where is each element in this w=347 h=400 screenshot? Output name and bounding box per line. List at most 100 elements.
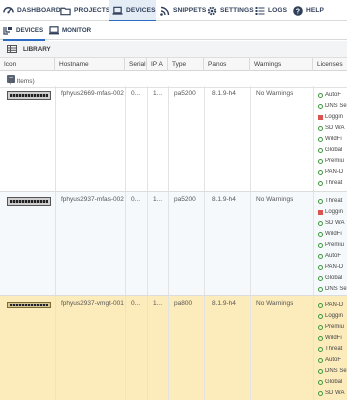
- nav-projects[interactable]: PROJECTS: [60, 0, 110, 21]
- library-header[interactable]: LIBRARY: [0, 41, 347, 58]
- license-name: AutoF: [325, 253, 342, 259]
- column-header-ip[interactable]: IP A: [147, 58, 168, 71]
- laptop-icon: [112, 5, 123, 16]
- nav-dashboard[interactable]: DASHBOARD: [3, 0, 61, 21]
- ok-status-icon: [318, 357, 323, 363]
- serial-cell: 0...: [131, 300, 141, 307]
- library-icon: [7, 45, 17, 53]
- ip-cell: 1...: [153, 300, 163, 307]
- group-count-label: (3 Items): [9, 78, 35, 85]
- table-row[interactable]: fphyus2937-mfas-002 0... 1... pa5200 8.1…: [0, 192, 347, 296]
- ok-status-icon: [318, 103, 323, 109]
- license-name: Threat: [325, 198, 343, 204]
- device-image: [7, 197, 51, 206]
- license-item: PAN-D: [318, 169, 347, 175]
- license-name: Global: [325, 379, 343, 385]
- license-item: AutoF: [318, 92, 347, 98]
- top-nav: DASHBOARD PROJECTS DEVICES SNIPPETS SETT…: [0, 0, 347, 22]
- license-name: PAN-D: [325, 169, 344, 175]
- help-icon: ?: [292, 5, 303, 16]
- error-status-icon: [318, 114, 323, 120]
- ok-status-icon: [318, 302, 323, 308]
- license-item: DNS Se: [318, 103, 347, 109]
- ok-status-icon: [318, 313, 323, 319]
- nav-logs[interactable]: LOGS: [254, 0, 287, 21]
- license-name: Premiu: [325, 242, 345, 248]
- gear-icon: [206, 5, 217, 16]
- column-header-serial[interactable]: Serial: [125, 58, 147, 71]
- tab-devices[interactable]: DEVICES: [3, 21, 46, 41]
- ok-status-icon: [318, 92, 323, 98]
- license-item: AutoF: [318, 357, 347, 363]
- nav-devices[interactable]: DEVICES: [109, 0, 156, 22]
- devices-icon: [3, 26, 13, 36]
- license-item: WildFi: [318, 136, 347, 142]
- device-image: [7, 91, 51, 100]
- license-name: Loggin: [325, 114, 344, 120]
- hostname-cell: fphyus2937-vmgt-001: [61, 300, 124, 307]
- nav-snippets[interactable]: SNIPPETS: [159, 0, 206, 21]
- license-item: DNS Se: [318, 286, 347, 292]
- ok-status-icon: [318, 286, 323, 292]
- column-header-icon[interactable]: Icon: [0, 58, 55, 71]
- license-name: Premiu: [325, 324, 345, 330]
- column-header-panos[interactable]: Panos: [204, 58, 250, 71]
- license-name: Loggin: [325, 209, 344, 215]
- nav-label: DASHBOARD: [17, 7, 61, 14]
- license-name: Global: [325, 275, 343, 281]
- nav-label: LOGS: [268, 7, 288, 14]
- license-name: Threat: [325, 180, 343, 186]
- nav-help[interactable]: ? HELP: [292, 0, 324, 21]
- column-header-type[interactable]: Type: [168, 58, 204, 71]
- table-row[interactable]: fphyus2669-mfas-002 0... 1... pa5200 8.1…: [0, 86, 347, 192]
- license-name: DNS Se: [325, 368, 347, 374]
- nav-settings[interactable]: SETTINGS: [206, 0, 254, 21]
- license-item: Global: [318, 379, 347, 385]
- type-cell: pa5200: [174, 90, 196, 97]
- tab-monitor[interactable]: MONITOR: [49, 21, 91, 40]
- devices-grid: Icon Hostname Serial IP A Type Panos War…: [0, 58, 347, 400]
- ok-status-icon: [318, 368, 323, 374]
- warnings-cell: No Warnings: [256, 90, 294, 97]
- column-header-warnings[interactable]: Warnings: [250, 58, 313, 71]
- license-item: Premiu: [318, 242, 347, 248]
- license-name: SD WA: [325, 125, 345, 131]
- license-item: Global: [318, 275, 347, 281]
- column-header-hostname[interactable]: Hostname: [55, 58, 125, 71]
- license-name: SD WA: [325, 220, 345, 226]
- grid-header: Icon Hostname Serial IP A Type Panos War…: [0, 58, 347, 71]
- license-item: Global: [318, 147, 347, 153]
- license-item: Premiu: [318, 324, 347, 330]
- license-item: SD WA: [318, 220, 347, 226]
- ok-status-icon: [318, 379, 323, 385]
- license-item: Loggin: [318, 114, 347, 120]
- license-item: Threat: [318, 198, 347, 204]
- ok-status-icon: [318, 346, 323, 352]
- license-item: AutoF: [318, 253, 347, 259]
- column-header-licenses[interactable]: Licenses: [313, 58, 347, 71]
- license-name: SD WA: [325, 390, 345, 396]
- license-name: DNS Se: [325, 103, 347, 109]
- license-item: PAN-D: [318, 302, 347, 308]
- license-name: PAN-D: [325, 302, 344, 308]
- ok-status-icon: [318, 136, 323, 142]
- rss-icon: [159, 5, 170, 16]
- license-name: Premiu: [325, 158, 345, 164]
- monitor-icon: [49, 26, 59, 36]
- ok-status-icon: [318, 158, 323, 164]
- serial-cell: 0...: [131, 196, 141, 203]
- panos-cell: 8.1.9-h4: [212, 300, 236, 307]
- nav-label: SETTINGS: [220, 7, 254, 14]
- license-item: WildFi: [318, 335, 347, 341]
- license-item: DNS Se: [318, 368, 347, 374]
- license-item: SD WA: [318, 390, 347, 396]
- ok-status-icon: [318, 242, 323, 248]
- ok-status-icon: [318, 220, 323, 226]
- license-item: Loggin: [318, 313, 347, 319]
- library-label: LIBRARY: [23, 45, 51, 53]
- license-name: WildFi: [325, 136, 342, 142]
- ok-status-icon: [318, 275, 323, 281]
- table-row-selected[interactable]: fphyus2937-vmgt-001 0... 1... pa800 8.1.…: [0, 296, 347, 400]
- dashboard-icon: [3, 5, 14, 16]
- ok-status-icon: [318, 147, 323, 153]
